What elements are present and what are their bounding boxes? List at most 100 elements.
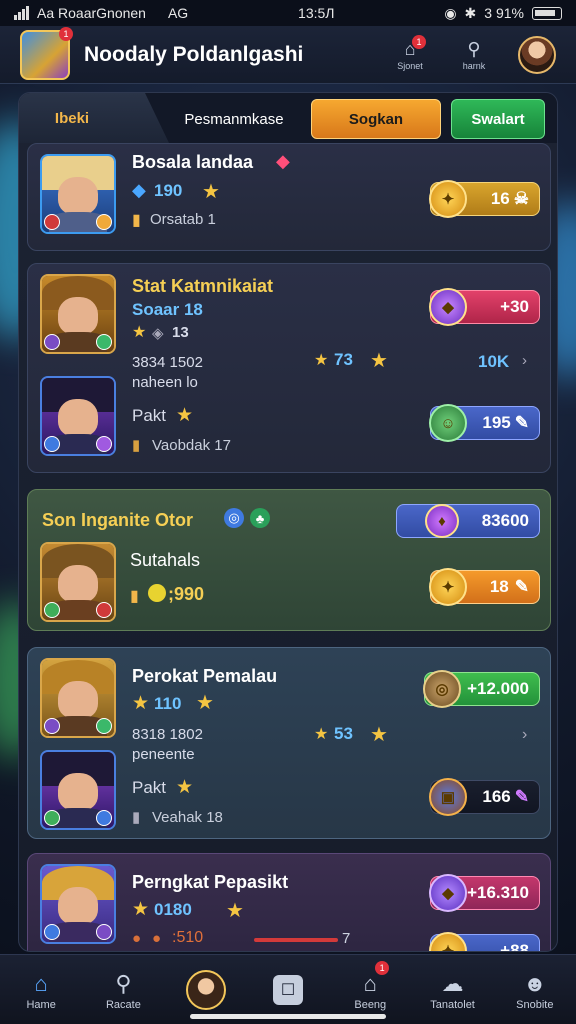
reward-pill[interactable]: ▣ 166 ✎ — [429, 778, 540, 816]
hero-name: Bosala landaa — [132, 152, 254, 172]
clock: 13:5Л — [298, 5, 335, 21]
element-badge-icon — [96, 334, 112, 350]
list-item[interactable]: Son Inganite Otor ◎ ♣ ♦ 83600 Sutahals ▮… — [27, 489, 551, 631]
chevron-right-icon[interactable]: › — [522, 726, 527, 744]
nav-profile[interactable]: ☻ Snobite — [494, 955, 576, 1024]
book-icon: ▮ — [132, 809, 141, 826]
hero-stat: 13 — [172, 324, 189, 341]
hero-bottom-stat: :510 — [172, 929, 204, 946]
element-badge-icon — [96, 214, 112, 230]
tab-swalart[interactable]: Swalart — [451, 99, 545, 139]
reward-pill[interactable]: ♦ 83600 — [396, 504, 540, 538]
nav-badge: 1 — [375, 961, 390, 975]
home-indicator — [190, 1014, 386, 1019]
hero-subtitle: Vaobdak 17 — [152, 437, 231, 454]
star-icon: ★ — [314, 352, 329, 369]
nav-search[interactable]: ⚲ Racate — [82, 955, 164, 1024]
star-icon: ★ — [132, 693, 150, 714]
hero-name: Son Inganite Otor — [42, 510, 193, 530]
signal-icon — [14, 6, 29, 20]
hero-name: Perokat Pemalau — [132, 666, 278, 686]
tab-label: Sogkan — [348, 110, 404, 128]
list-item[interactable]: Stat Katmnikaiat Soaar 18 ★ ◈ 13 3834 15… — [27, 263, 551, 473]
character-coin-icon: ☺ — [429, 404, 467, 442]
coin-icon — [148, 584, 166, 602]
tab-label: Ibeki — [54, 109, 90, 127]
notification-label: Sjonet — [397, 60, 423, 71]
hero-rank: Soaar 18 — [132, 300, 203, 319]
reward-pill[interactable]: ✦ 16 ☠ — [429, 180, 540, 218]
element-icon: ◎ — [224, 508, 244, 528]
search-icon: ⚲ — [467, 39, 481, 59]
search-icon: ⚲ — [115, 970, 132, 996]
mid-value: 73 — [334, 350, 353, 369]
book-icon: ▮ — [132, 212, 141, 229]
hero-name: Perngkat Pepasikt — [132, 872, 289, 892]
potion-icon: ♦ — [425, 504, 459, 538]
potion-icon: ✎ — [514, 413, 529, 432]
reward-pill[interactable]: ◆ +16.310 — [429, 874, 540, 912]
gem-icon: ◆ — [429, 874, 467, 912]
mid-value: 53 — [334, 724, 353, 743]
ruby-icon: ● — [152, 930, 162, 947]
star-icon: ★ — [132, 324, 147, 341]
list-item[interactable]: Perngkat Pepasikt ★ 0180 ★ ● ● :510 7 ◆ … — [27, 853, 551, 951]
reward-value: +30 — [500, 297, 529, 316]
coin-icon: ✦ — [429, 180, 467, 218]
reward-pill[interactable]: ◆ +30 — [429, 288, 540, 326]
reward-value: +12.000 — [467, 679, 529, 698]
list-item[interactable]: Bosala landaa ◆ ◆ 190 ★ ▮ Orsatab 1 ✦ 16… — [27, 143, 551, 251]
ruby-icon: ● — [132, 930, 142, 947]
character-avatar-icon — [185, 969, 226, 1010]
element-badge-icon — [96, 810, 112, 826]
reward-value: +16.310 — [467, 883, 529, 902]
leaf-icon: ♣ — [250, 508, 270, 528]
page-title: Noodaly Poldanlgashi — [84, 42, 304, 66]
hero-stat: ;990 — [168, 584, 205, 604]
star-icon: ★ — [226, 900, 244, 922]
star-icon: ★ — [370, 350, 388, 372]
notification-badge: 1 — [412, 34, 426, 49]
home-icon: ⌂ — [34, 970, 48, 996]
coin-icon: ✦ — [429, 932, 467, 951]
ring-icon: ◎ — [423, 670, 461, 708]
app-logo[interactable]: 1 — [20, 26, 73, 80]
shield-icon: ◈ — [152, 325, 164, 342]
list-item[interactable]: Perokat Pemalau ★ 110 ★ 8318 1802 peneen… — [27, 647, 551, 839]
book-icon: ▮ — [130, 588, 139, 605]
nav-home[interactable]: ⌂ Hame — [0, 955, 82, 1024]
profile-avatar[interactable] — [518, 35, 556, 74]
hero-subtitle: Veahak 18 — [152, 809, 223, 826]
reward-pill[interactable]: ✦ 18 ✎ — [429, 568, 540, 606]
tab-ibeki[interactable]: Ibeki — [19, 93, 169, 143]
hero-name: Pakt — [132, 778, 167, 797]
hero-portrait — [40, 658, 116, 738]
coin-icon: ✦ — [429, 568, 467, 606]
skull-icon: ☠ — [513, 189, 529, 208]
reward-pill[interactable]: ☺ 195 ✎ — [429, 404, 540, 442]
element-badge-icon — [96, 436, 112, 452]
star-icon: ★ — [370, 724, 388, 746]
battery-label: 3 91% — [484, 5, 524, 21]
reward-value: 166 — [482, 787, 511, 806]
star-icon: ★ — [202, 181, 220, 203]
reward-pill[interactable]: ◎ +12.000 — [423, 670, 540, 708]
app-header: 1 Noodaly Poldanlgashi ⌂ 1 Sjonet ⚲ harn… — [0, 26, 576, 84]
class-badge-icon — [44, 334, 60, 350]
tab-pesmanmkase[interactable]: Pesmanmkase — [159, 99, 309, 139]
tab-sogkan[interactable]: Sogkan — [311, 99, 441, 139]
stat-line: peneente — [132, 746, 195, 763]
nav-tanatolet[interactable]: ☁ Tanatolet — [411, 955, 493, 1024]
search-button[interactable]: ⚲ harnk — [444, 39, 504, 71]
reward-pill[interactable]: ✦ +88 — [429, 932, 540, 951]
reward-value: 18 — [489, 577, 509, 596]
carrier-label: Aa RoaarGnonen — [37, 5, 146, 21]
class-badge-icon — [44, 924, 60, 940]
star-icon: ★ — [176, 405, 194, 426]
stat-line: 8318 1802 — [132, 726, 203, 743]
chevron-right-icon[interactable]: › — [522, 352, 527, 369]
class-badge-icon — [44, 436, 60, 452]
notification-button[interactable]: ⌂ 1 Sjonet — [380, 34, 440, 71]
hero-label: Sutahals — [130, 550, 201, 570]
chat-icon: ☐ — [272, 974, 303, 1005]
